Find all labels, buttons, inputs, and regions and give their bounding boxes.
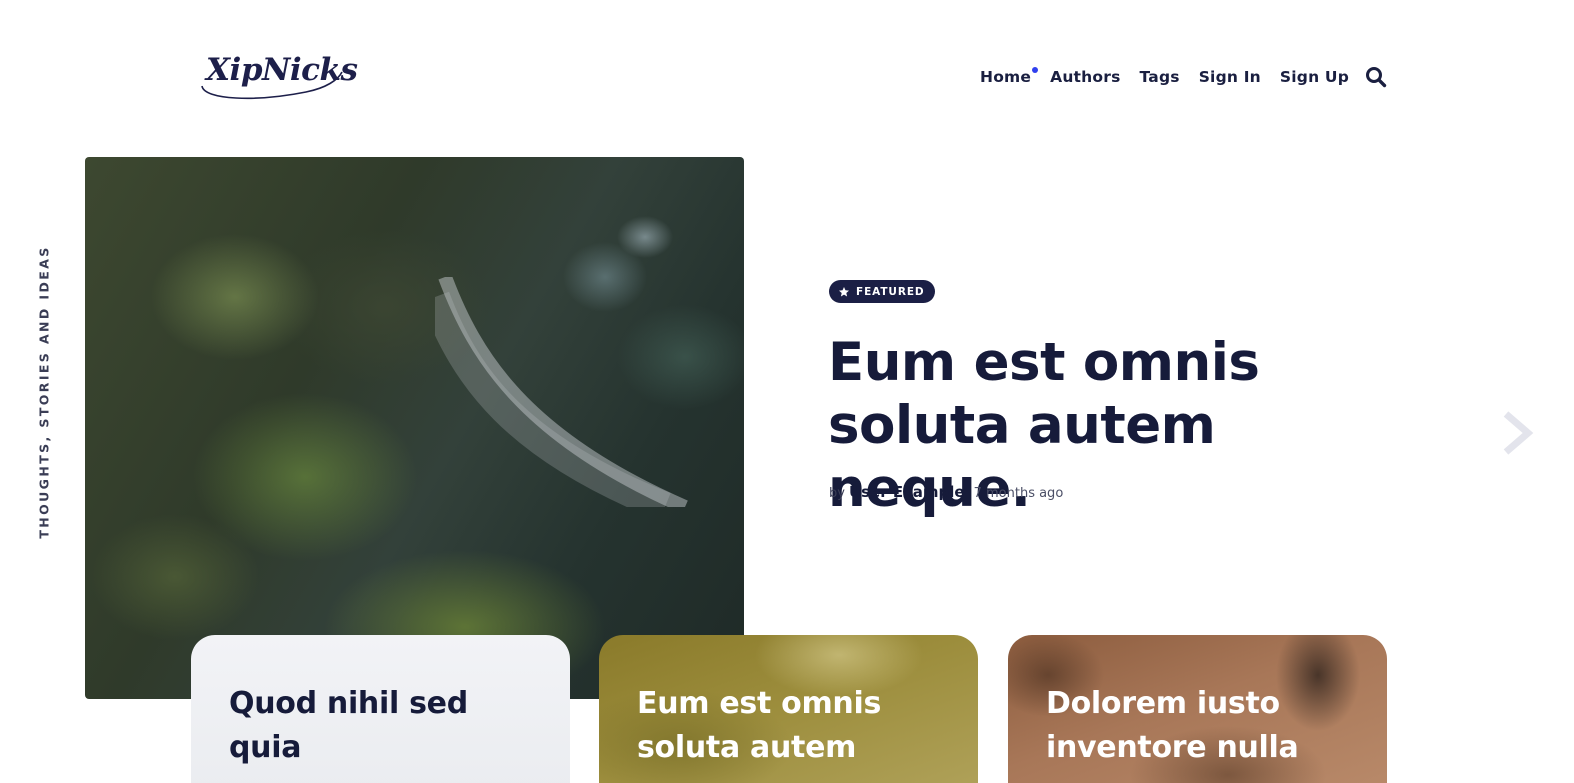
nav-authors[interactable]: Authors [1050,68,1120,86]
byline-prefix: by [829,486,845,501]
nav-tags[interactable]: Tags [1140,68,1180,86]
post-card[interactable]: Dolorem iusto inventore nulla [1008,635,1387,783]
image-detail [435,277,688,507]
search-icon[interactable] [1365,66,1387,88]
logo-swoosh-icon [201,71,343,99]
nav-home-label: Home [980,68,1032,86]
post-card-title[interactable]: Eum est omnis soluta autem [637,682,957,770]
main-nav: Home Authors Tags Sign In Sign Up [980,66,1387,88]
site-tagline: THOUGHTS, STORIES AND IDEAS [36,245,52,539]
post-meta: by User Example 7 months ago [829,483,1063,501]
post-card-title[interactable]: Quod nihil sed quia [229,682,549,770]
post-card[interactable]: Eum est omnis soluta autem [599,635,978,783]
chevron-right-icon[interactable] [1500,410,1534,456]
nav-sign-up[interactable]: Sign Up [1280,68,1349,86]
featured-post-image[interactable] [85,157,744,699]
author-link[interactable]: User Example [849,483,965,501]
nav-home[interactable]: Home [980,67,1039,86]
star-icon [839,286,849,296]
site-logo[interactable]: XipNicks [196,48,358,104]
post-card[interactable]: Quod nihil sed quia [191,635,570,783]
post-time: 7 months ago [973,486,1064,501]
nav-sign-in[interactable]: Sign In [1199,68,1261,86]
featured-badge-label: FEATURED [856,285,925,298]
active-indicator [1032,67,1039,73]
featured-badge: FEATURED [829,280,935,303]
post-card-title[interactable]: Dolorem iusto inventore nulla [1046,682,1366,770]
